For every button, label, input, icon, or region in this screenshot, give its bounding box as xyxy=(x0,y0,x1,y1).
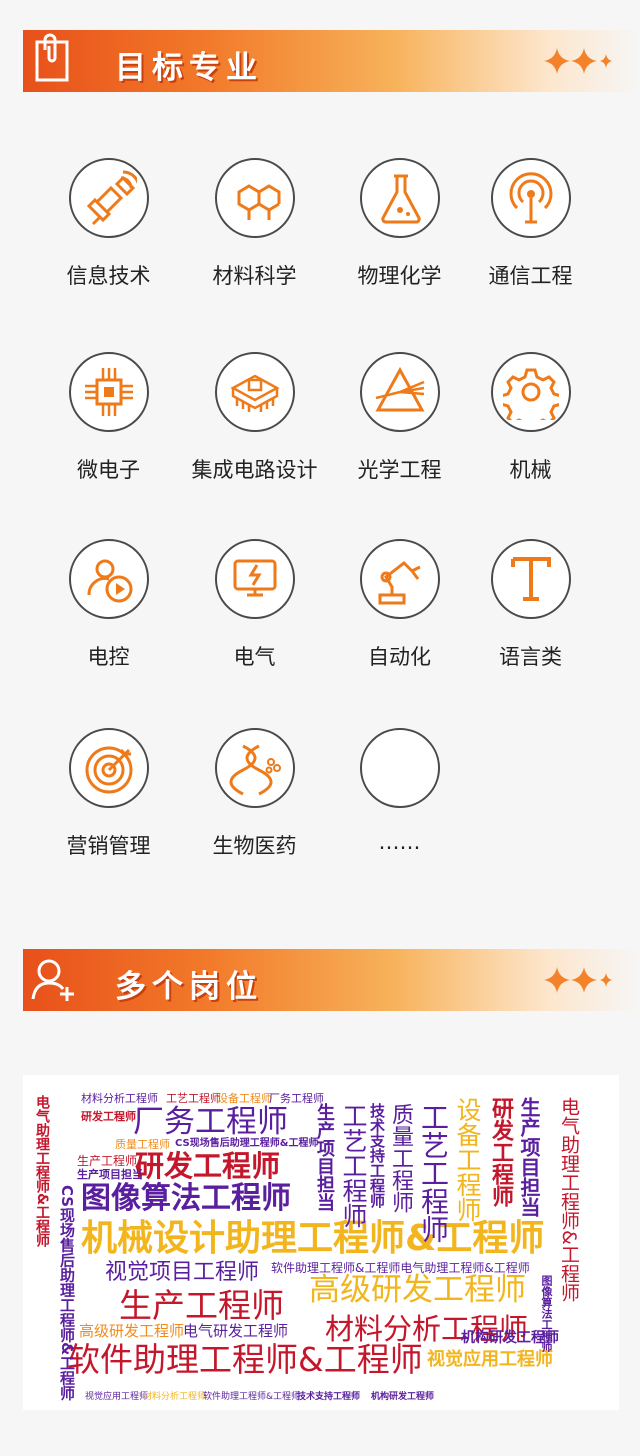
word: 生产项目担当 xyxy=(517,1097,541,1217)
word: 软件助理工程师&工程师 xyxy=(203,1392,301,1402)
clipboard-icon xyxy=(23,30,85,92)
major-label: 物理化学 xyxy=(357,264,442,288)
flask-icon xyxy=(359,158,440,238)
word: 图像算法工程师 xyxy=(540,1275,553,1352)
sparkle-icon xyxy=(544,967,612,993)
letter-t-icon xyxy=(490,539,571,619)
chip-icon xyxy=(68,352,149,432)
word: 机械设计助理工程师&工程师 xyxy=(81,1218,545,1259)
electric-screen-icon xyxy=(214,539,295,619)
word: 材料分析工程师 xyxy=(143,1392,207,1402)
word: 机构研发工程师 xyxy=(371,1392,435,1402)
word: 研发工程师 xyxy=(488,1097,513,1207)
major-item[interactable]: 通信工程 xyxy=(458,158,603,290)
ic-package-icon xyxy=(214,352,295,432)
sparkle-icon xyxy=(544,48,612,74)
major-label: 生物医药 xyxy=(212,834,297,858)
major-label: 材料科学 xyxy=(212,264,297,288)
person-add-icon xyxy=(23,949,85,1011)
major-item[interactable]: 信息技术 xyxy=(36,158,181,290)
major-item[interactable]: 自动化 xyxy=(327,539,472,671)
word: 软件助理工程师&工程师 xyxy=(67,1340,423,1379)
major-item[interactable]: 集成电路设计 xyxy=(182,352,327,484)
molecule-icon xyxy=(214,158,295,238)
word: 视觉应用工程师 xyxy=(427,1349,553,1370)
major-label: 通信工程 xyxy=(488,264,573,288)
major-label: 微电子 xyxy=(77,458,140,482)
job-word-cloud: 材料分析工程师 工艺工程师 设备工程师 厂务工程师 研发工程师 厂务工程师 研发… xyxy=(23,1075,619,1410)
word: 设备工程师 xyxy=(217,1092,272,1105)
word: 生产项目担当 xyxy=(314,1103,335,1211)
word: CS现场售后助理工程师&工程师 xyxy=(58,1185,76,1401)
major-label: …… xyxy=(378,830,421,854)
word: 厂务工程师 xyxy=(133,1104,288,1140)
word: 视觉应用工程师 xyxy=(85,1392,149,1402)
major-label: 电气 xyxy=(233,645,276,669)
word: 工艺工程师 xyxy=(417,1103,450,1243)
major-label: 营销管理 xyxy=(66,834,151,858)
section-title: 多个岗位 xyxy=(115,969,263,1005)
robot-arm-icon xyxy=(359,539,440,619)
word: CS现场售后助理工程师&工程师 xyxy=(175,1138,319,1149)
word: 高级研发工程师 xyxy=(309,1272,526,1308)
word: 电气助理工程师&工程师 xyxy=(558,1097,580,1302)
major-label: 集成电路设计 xyxy=(191,458,318,482)
word: 质量工程师 xyxy=(115,1138,170,1151)
word: 设备工程师 xyxy=(453,1097,482,1222)
word: 生产项目担当 xyxy=(77,1168,143,1181)
major-label: 电控 xyxy=(87,645,130,669)
major-item[interactable]: 营销管理 xyxy=(36,728,181,860)
word: 工艺工程师 xyxy=(166,1092,221,1105)
word: 技术支持工程师 xyxy=(297,1392,361,1402)
dna-icon xyxy=(214,728,295,808)
gear-icon xyxy=(490,352,571,432)
major-item[interactable]: 电控 xyxy=(36,539,181,671)
word: 电气研发工程师 xyxy=(183,1322,289,1340)
prism-icon xyxy=(359,352,440,432)
major-item[interactable]: 微电子 xyxy=(36,352,181,484)
section-title: 目标专业 xyxy=(115,50,263,86)
word: 研发工程师 xyxy=(81,1110,136,1123)
signal-tower-icon xyxy=(490,158,571,238)
major-item[interactable]: 材料科学 xyxy=(182,158,327,290)
major-item[interactable]: 光学工程 xyxy=(327,352,472,484)
word: 技术支持工程师 xyxy=(368,1103,386,1208)
major-item[interactable]: 电气 xyxy=(182,539,327,671)
target-icon xyxy=(68,728,149,808)
major-label: 机械 xyxy=(509,458,552,482)
major-label: 光学工程 xyxy=(357,458,442,482)
major-item[interactable]: 语言类 xyxy=(458,539,603,671)
major-label: 信息技术 xyxy=(66,264,151,288)
section-banner-majors: 目标专业 xyxy=(23,30,640,92)
word: 研发工程师 xyxy=(135,1149,281,1183)
word: 电气助理工程师&工程师 xyxy=(34,1095,50,1248)
word: 视觉项目工程师 xyxy=(105,1260,260,1285)
major-label: 自动化 xyxy=(368,645,431,669)
word: 质量工程师 xyxy=(388,1103,413,1213)
word: 生产工程师 xyxy=(119,1286,284,1325)
word: 图像算法工程师 xyxy=(81,1181,291,1216)
word: 软件助理工程师&工程师电气助理工程师&工程师 xyxy=(271,1261,530,1275)
major-item[interactable]: 生物医药 xyxy=(182,728,327,860)
major-label: 语言类 xyxy=(499,645,562,669)
major-item[interactable]: 物理化学 xyxy=(327,158,472,290)
word: 高级研发工程师 xyxy=(79,1322,185,1340)
word: 材料分析工程师 xyxy=(81,1092,158,1105)
control-play-icon xyxy=(68,539,149,619)
satellite-icon xyxy=(68,158,149,238)
word: 工艺工程师 xyxy=(339,1103,368,1228)
section-banner-positions: 多个岗位 xyxy=(23,949,640,1011)
major-item[interactable]: …… xyxy=(327,728,472,854)
empty-icon xyxy=(359,728,440,808)
major-item[interactable]: 机械 xyxy=(458,352,603,484)
word: 生产工程师 xyxy=(77,1154,138,1168)
